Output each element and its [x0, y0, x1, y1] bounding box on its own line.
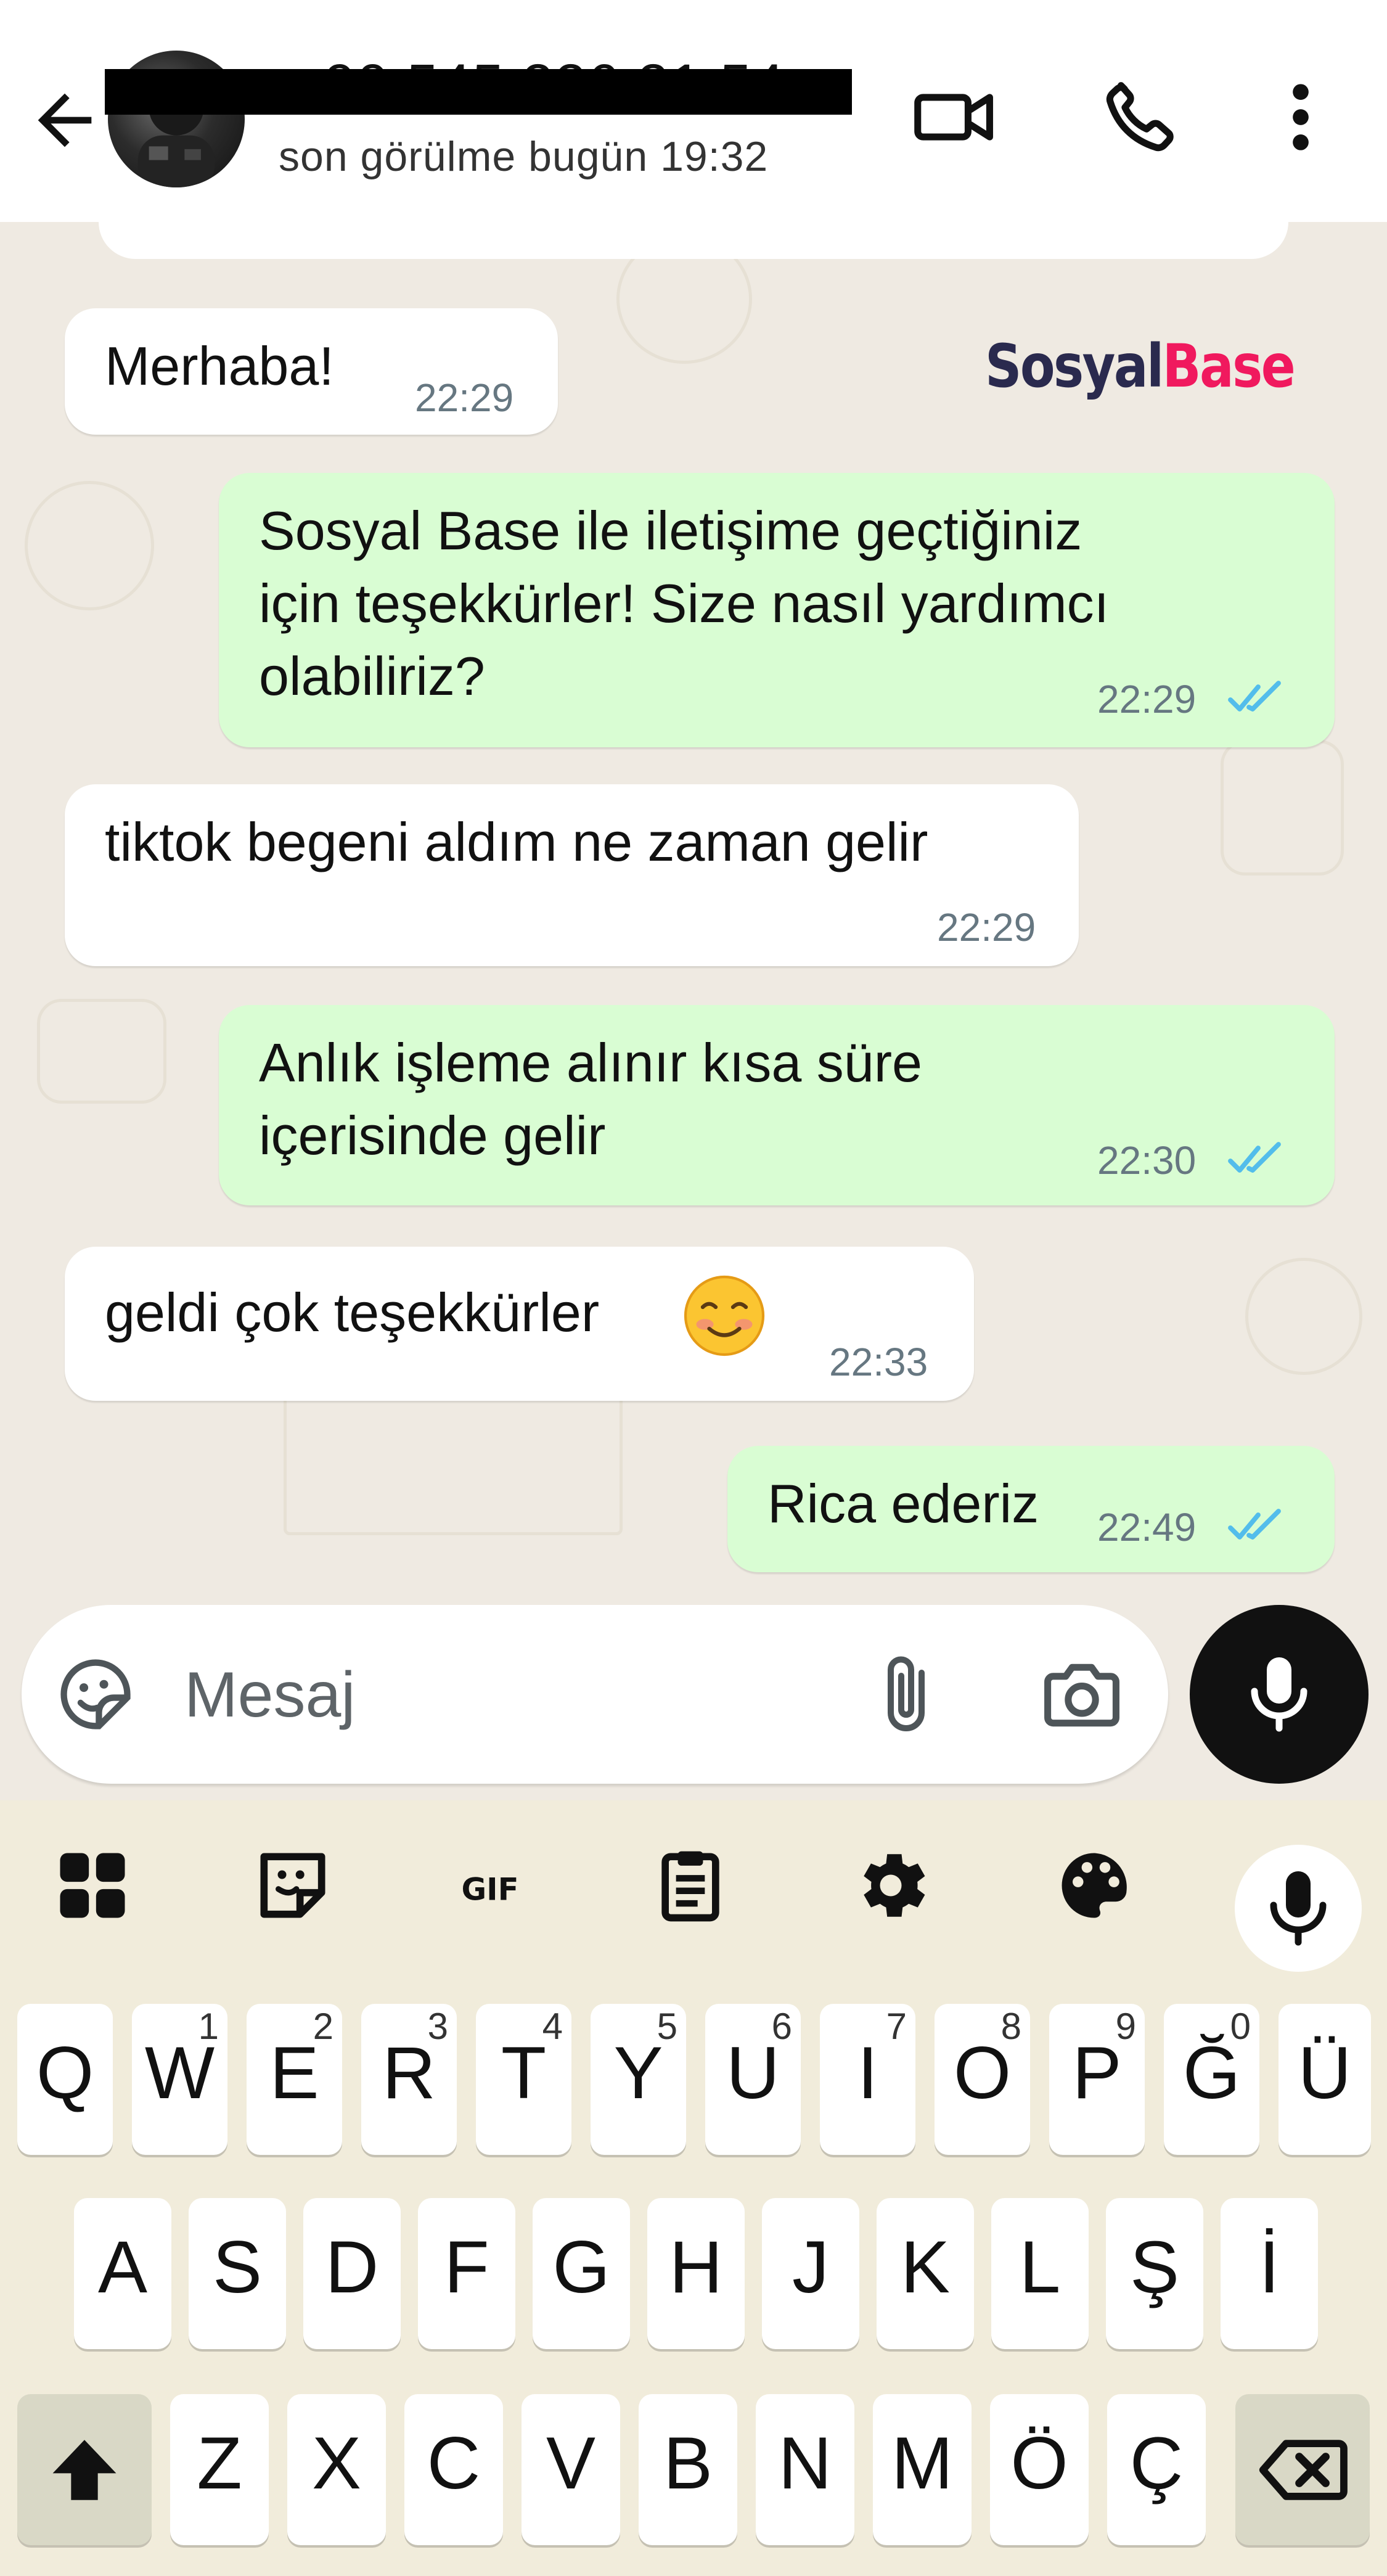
key-o[interactable]: O8 [935, 2004, 1030, 2155]
message-composer [22, 1605, 1168, 1784]
key-u[interactable]: U6 [705, 2004, 801, 2155]
message-bubble-outgoing[interactable]: Sosyal Base ile iletişime geçtiğiniz içi… [219, 473, 1335, 747]
double-check-read-icon [1228, 681, 1281, 712]
key-i[interactable]: I7 [820, 2004, 915, 2155]
key-v[interactable]: V [522, 2394, 620, 2545]
key-h[interactable]: H [647, 2198, 745, 2349]
key-u-umlaut[interactable]: Ü [1279, 2004, 1371, 2155]
gif-icon[interactable]: GIF [447, 1842, 533, 1929]
microphone-icon [1251, 1657, 1307, 1732]
wallpaper-doodle [1221, 740, 1344, 876]
message-time: 22:30 [1097, 1138, 1197, 1183]
backspace-key[interactable] [1235, 2394, 1370, 2545]
key-c-cedilla[interactable]: Ç [1107, 2394, 1206, 2545]
smiling-face-emoji [681, 1273, 767, 1359]
wallpaper-doodle [284, 1393, 623, 1535]
apps-grid-icon[interactable] [49, 1842, 136, 1929]
key-d[interactable]: D [303, 2198, 401, 2349]
wallpaper-doodle [1245, 1258, 1362, 1375]
video-call-icon[interactable] [912, 74, 999, 160]
backspace-icon [1259, 2440, 1348, 2500]
message-time: 22:49 [1097, 1505, 1197, 1549]
redaction-bar [351, 69, 852, 115]
clipboard-icon[interactable] [647, 1842, 734, 1929]
key-y[interactable]: Y5 [591, 2004, 686, 2155]
key-k[interactable]: K [877, 2198, 974, 2349]
key-s[interactable]: S [189, 2198, 286, 2349]
message-text: Sosyal Base ile iletişime geçtiğiniz [259, 500, 1082, 561]
back-arrow-icon[interactable] [25, 80, 105, 160]
chat-area[interactable]: SosyalBase Merhaba! 22:29 Sosyal Base il… [0, 222, 1387, 1800]
key-x[interactable]: X [287, 2394, 386, 2545]
microphone-icon [1270, 1871, 1327, 1946]
wallpaper-doodle [25, 481, 154, 610]
sticker-icon[interactable] [250, 1842, 336, 1929]
camera-icon[interactable] [1039, 1651, 1125, 1737]
double-check-read-icon [1228, 1509, 1281, 1540]
message-time: 22:29 [937, 905, 1036, 950]
phone-icon[interactable] [1097, 74, 1184, 160]
key-o-umlaut[interactable]: Ö [990, 2394, 1089, 2545]
svg-text:GIF: GIF [461, 1871, 518, 1907]
double-check-read-icon [1228, 1142, 1281, 1173]
emoji-sticker-icon[interactable] [55, 1654, 136, 1734]
message-text: için teşekkürler! Size nasıl yardımcı [259, 573, 1110, 634]
key-m[interactable]: M [873, 2394, 972, 2545]
message-bubble-incoming[interactable]: tiktok begeni aldım ne zaman gelir 22:29 [65, 784, 1079, 966]
message-bubble-incoming[interactable]: geldi çok teşekkürler 22:33 [65, 1247, 974, 1401]
key-i-dotted[interactable]: İ [1221, 2198, 1318, 2349]
key-w[interactable]: W1 [132, 2004, 227, 2155]
more-vertical-icon[interactable] [1270, 74, 1332, 160]
message-text: Merhaba! [105, 335, 334, 396]
key-c[interactable]: C [404, 2394, 503, 2545]
key-q[interactable]: Q [17, 2004, 113, 2155]
key-f[interactable]: F [418, 2198, 515, 2349]
chat-header: +90 545 226 21 54 son görülme bugün 19:3… [0, 0, 1387, 223]
message-time: 22:29 [415, 375, 514, 420]
soft-keyboard: GIF Q W1 E2 R3 T4 Y5 U6 I7 O8 P9 Ğ0 Ü A … [0, 1800, 1387, 2576]
key-g[interactable]: G [533, 2198, 630, 2349]
message-time: 22:29 [1097, 677, 1197, 721]
key-a[interactable]: A [74, 2198, 171, 2349]
last-seen-status: son görülme bugün 19:32 [279, 133, 769, 180]
message-time: 22:33 [829, 1340, 928, 1384]
key-e[interactable]: E2 [247, 2004, 342, 2155]
key-b[interactable]: B [639, 2394, 737, 2545]
wallpaper-doodle [37, 999, 166, 1104]
message-text: geldi çok teşekkürler [105, 1282, 600, 1343]
message-text: Anlık işleme alınır kısa süre [259, 1032, 922, 1093]
key-r[interactable]: R3 [361, 2004, 457, 2155]
key-t[interactable]: T4 [476, 2004, 571, 2155]
shift-arrow-icon [52, 2440, 117, 2500]
key-s-cedilla[interactable]: Ş [1106, 2198, 1203, 2349]
paperclip-attach-icon[interactable] [872, 1651, 946, 1737]
voice-message-mic-button[interactable] [1190, 1605, 1369, 1784]
shift-key[interactable] [17, 2394, 152, 2545]
previous-message-bubble [99, 222, 1288, 259]
keyboard-toolbar: GIF [0, 1800, 1387, 1972]
message-text: olabiliriz? [259, 646, 485, 707]
redaction-bar [105, 69, 351, 115]
message-input[interactable] [183, 1654, 802, 1736]
theme-palette-icon[interactable] [1051, 1842, 1137, 1929]
settings-gear-icon[interactable] [848, 1842, 934, 1929]
message-bubble-outgoing[interactable]: Rica ederiz 22:49 [727, 1446, 1335, 1572]
message-bubble-incoming[interactable]: Merhaba! 22:29 [65, 308, 558, 435]
keyboard-voice-input-button[interactable] [1235, 1845, 1362, 1972]
key-p[interactable]: P9 [1049, 2004, 1145, 2155]
message-text: tiktok begeni aldım ne zaman gelir [105, 811, 928, 872]
key-l[interactable]: L [991, 2198, 1089, 2349]
key-g-breve[interactable]: Ğ0 [1164, 2004, 1259, 2155]
key-n[interactable]: N [756, 2394, 854, 2545]
message-bubble-outgoing[interactable]: Anlık işleme alınır kısa süre içerisinde… [219, 1005, 1335, 1205]
key-z[interactable]: Z [170, 2394, 269, 2545]
key-j[interactable]: J [762, 2198, 859, 2349]
message-text: Rica ederiz [767, 1473, 1039, 1534]
message-text: içerisinde gelir [259, 1105, 606, 1166]
sosyalbase-watermark-logo: SosyalBase [985, 332, 1296, 401]
